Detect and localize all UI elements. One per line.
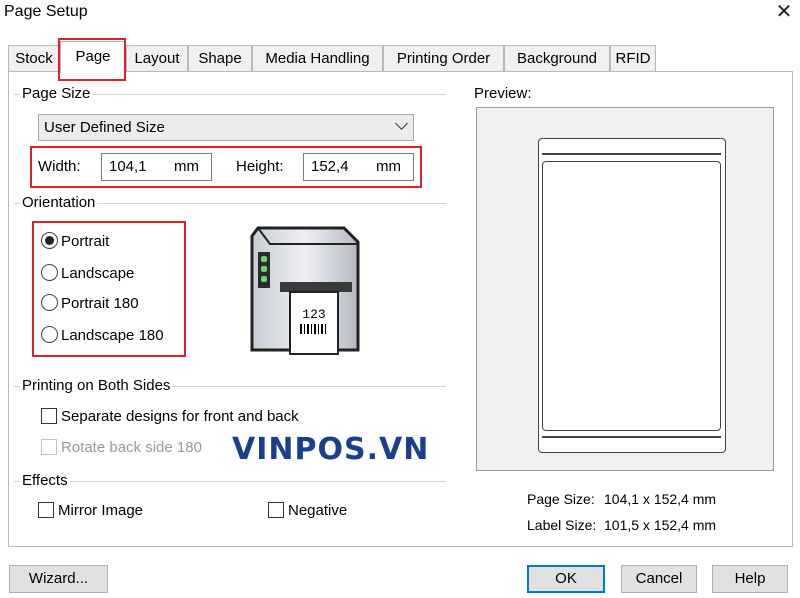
orientation-group-label: Orientation xyxy=(20,194,98,211)
orientation-option-portrait[interactable]: Portrait xyxy=(41,231,109,253)
label-size-info-value: 101,5 x 152,4 mm xyxy=(604,517,717,533)
height-unit: mm xyxy=(376,158,401,175)
orientation-option-label: Portrait 180 xyxy=(61,295,139,312)
wizard-button[interactable]: Wizard... xyxy=(9,565,108,593)
mirror-image-option[interactable]: Mirror Image xyxy=(38,500,143,522)
tab-rfid[interactable]: RFID xyxy=(610,45,656,72)
tab-media-handling[interactable]: Media Handling xyxy=(252,45,383,72)
orientation-option-landscape-180[interactable]: Landscape 180 xyxy=(41,325,164,347)
width-unit: mm xyxy=(174,158,199,175)
tab-stock[interactable]: Stock xyxy=(8,45,60,72)
width-label: Width: xyxy=(38,158,81,175)
radio-landscape-180[interactable] xyxy=(41,326,58,343)
rotate-back-label: Rotate back side 180 xyxy=(61,439,202,456)
preview-label-area xyxy=(542,161,721,431)
tab-shape[interactable]: Shape xyxy=(188,45,252,72)
ok-button[interactable]: OK xyxy=(527,565,605,593)
orientation-option-label: Portrait xyxy=(61,233,110,250)
rotate-back-option[interactable]: Rotate back side 180 xyxy=(41,437,202,459)
page-size-info-value: 104,1 x 152,4 mm xyxy=(604,491,717,507)
tab-background[interactable]: Background xyxy=(504,45,610,72)
negative-option[interactable]: Negative xyxy=(268,500,347,522)
radio-portrait[interactable] xyxy=(41,232,58,249)
cancel-button[interactable]: Cancel xyxy=(621,565,697,593)
width-field[interactable]: 104,1 mm xyxy=(101,153,212,181)
orientation-option-label: Landscape xyxy=(61,265,135,282)
orientation-option-portrait-180[interactable]: Portrait 180 xyxy=(41,293,139,315)
height-field[interactable]: 152,4 mm xyxy=(303,153,414,181)
preview-bottom-margin-line xyxy=(542,436,721,438)
window-title: Page Setup xyxy=(4,3,88,20)
effects-group-label: Effects xyxy=(20,472,70,489)
watermark-logo: VINPOS.VN xyxy=(232,432,430,467)
orientation-option-landscape[interactable]: Landscape xyxy=(41,263,134,285)
label-size-info-label: Label Size: xyxy=(527,517,597,533)
radio-portrait-180[interactable] xyxy=(41,294,58,311)
tab-layout[interactable]: Layout xyxy=(126,45,188,72)
printer-icon: 123 xyxy=(244,222,364,362)
orientation-option-label: Landscape 180 xyxy=(61,327,164,344)
effects-divider xyxy=(14,481,446,482)
close-icon[interactable]: ✕ xyxy=(772,0,796,24)
mirror-image-label: Mirror Image xyxy=(58,502,144,519)
height-label: Height: xyxy=(236,158,284,175)
preview-label-page xyxy=(538,138,726,453)
negative-checkbox[interactable] xyxy=(268,502,284,518)
negative-label: Negative xyxy=(288,502,348,519)
printer-label-text: 123 xyxy=(302,307,325,322)
width-value: 104,1 xyxy=(109,158,147,175)
page-size-dropdown[interactable]: User Defined Size xyxy=(38,114,414,141)
preview-top-margin-line xyxy=(542,153,721,155)
separate-designs-option[interactable]: Separate designs for front and back xyxy=(41,406,299,428)
separate-designs-label: Separate designs for front and back xyxy=(61,408,299,425)
mirror-image-checkbox[interactable] xyxy=(38,502,54,518)
page-size-selected: User Defined Size xyxy=(44,119,165,136)
height-value: 152,4 xyxy=(311,158,349,175)
radio-landscape[interactable] xyxy=(41,264,58,281)
tab-printing-order[interactable]: Printing Order xyxy=(383,45,504,72)
rotate-back-checkbox[interactable] xyxy=(41,439,57,455)
page-size-group-label: Page Size xyxy=(20,85,93,102)
preview-label: Preview: xyxy=(474,85,532,102)
both-sides-group-label: Printing on Both Sides xyxy=(20,377,173,394)
chevron-down-icon xyxy=(395,117,408,130)
active-tab-highlight xyxy=(58,38,126,81)
page-size-info-label: Page Size: xyxy=(527,491,595,507)
help-button[interactable]: Help xyxy=(712,565,788,593)
separate-designs-checkbox[interactable] xyxy=(41,408,57,424)
